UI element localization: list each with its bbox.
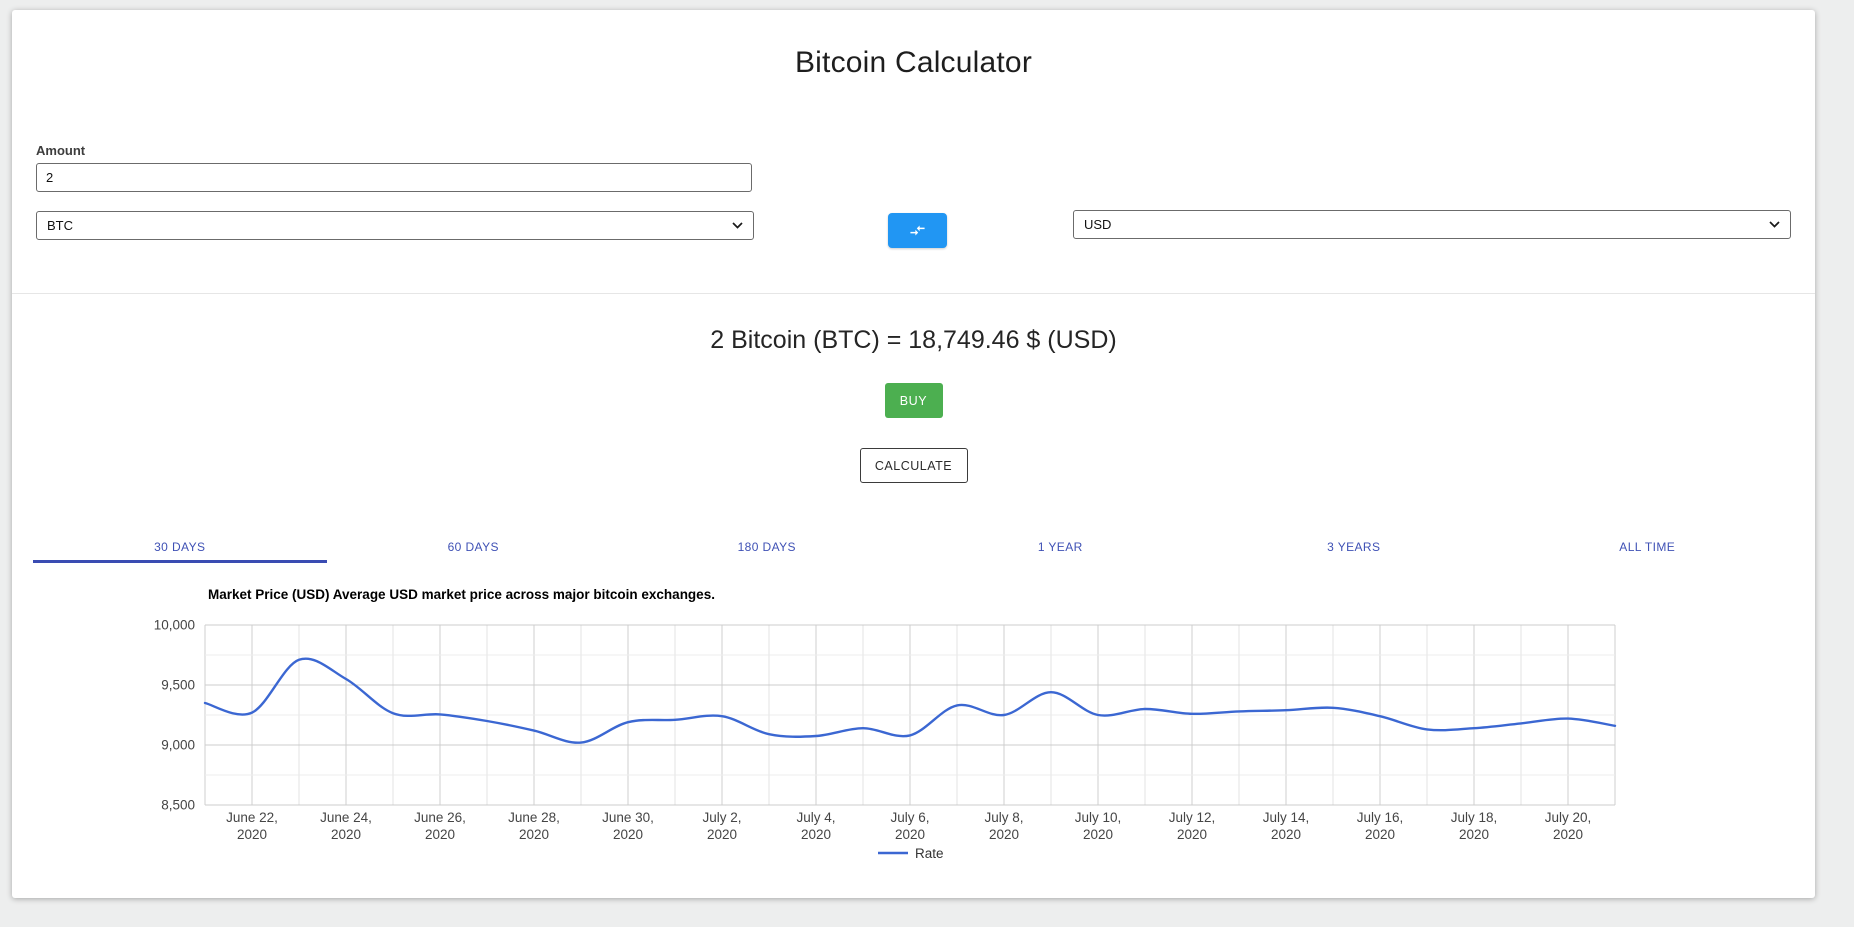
tab-180-days[interactable]: 180 DAYS xyxy=(620,534,914,563)
x-axis-label: July 2, xyxy=(702,810,741,825)
buy-button[interactable]: BUY xyxy=(885,383,943,418)
x-axis-label: 2020 xyxy=(237,827,267,842)
to-currency-select-wrap: USD xyxy=(1073,210,1791,241)
x-axis-label: June 26, xyxy=(414,810,466,825)
x-axis-label: July 4, xyxy=(796,810,835,825)
calculate-button[interactable]: CALCULATE xyxy=(860,448,968,483)
x-axis-label: June 30, xyxy=(602,810,654,825)
conversion-result: 2 Bitcoin (BTC) = 18,749.46 $ (USD) xyxy=(12,326,1815,355)
amount-input[interactable] xyxy=(36,163,752,192)
x-axis-label: June 22, xyxy=(226,810,278,825)
bitcoin-calculator-card: Bitcoin Calculator Amount BTC USD 2 Bitc… xyxy=(12,10,1815,898)
x-axis-label: July 18, xyxy=(1451,810,1498,825)
x-axis-label: July 16, xyxy=(1357,810,1404,825)
tab-label: 3 YEARS xyxy=(1327,540,1380,554)
y-axis-label: 8,500 xyxy=(161,798,195,813)
x-axis-label: July 8, xyxy=(984,810,1023,825)
to-currency-select[interactable]: USD xyxy=(1073,210,1791,239)
tab-60-days[interactable]: 60 DAYS xyxy=(327,534,621,563)
x-axis-label: July 12, xyxy=(1169,810,1216,825)
price-chart: 10,000 9,500 9,000 8,500 June 22, 2020 June 24… xyxy=(12,608,1815,898)
x-axis-label: 2020 xyxy=(1177,827,1207,842)
tab-label: ALL TIME xyxy=(1619,540,1675,554)
price-chart-svg: 10,000 9,500 9,000 8,500 June 22, 2020 June 24… xyxy=(12,608,1815,898)
tab-30-days[interactable]: 30 DAYS xyxy=(33,534,327,563)
x-axis-label: 2020 xyxy=(801,827,831,842)
compare-arrows-icon xyxy=(909,222,926,239)
y-axis-label: 9,000 xyxy=(161,738,195,753)
x-axis-label: July 10, xyxy=(1075,810,1122,825)
x-axis-label: 2020 xyxy=(425,827,455,842)
from-currency-select[interactable]: BTC xyxy=(36,211,754,240)
chart-title: Market Price (USD) Average USD market pr… xyxy=(208,587,715,602)
legend-label: Rate xyxy=(915,846,944,861)
page-title: Bitcoin Calculator xyxy=(12,46,1815,80)
tab-all-time[interactable]: ALL TIME xyxy=(1501,534,1795,563)
x-axis-label: 2020 xyxy=(1365,827,1395,842)
tab-label: 60 DAYS xyxy=(448,540,499,554)
x-axis-label: June 28, xyxy=(508,810,560,825)
y-axis-label: 10,000 xyxy=(154,618,195,633)
chart-legend: Rate xyxy=(878,846,944,861)
x-axis-label: 2020 xyxy=(1553,827,1583,842)
x-axis-label: 2020 xyxy=(707,827,737,842)
x-axis-label: 2020 xyxy=(895,827,925,842)
x-axis-label: 2020 xyxy=(1271,827,1301,842)
time-range-tabs: 30 DAYS 60 DAYS 180 DAYS 1 YEAR 3 YEARS … xyxy=(33,534,1794,563)
tab-3-years[interactable]: 3 YEARS xyxy=(1207,534,1501,563)
amount-label: Amount xyxy=(36,143,85,158)
from-currency-select-wrap: BTC xyxy=(36,211,754,242)
x-axis-label: 2020 xyxy=(1083,827,1113,842)
tab-label: 30 DAYS xyxy=(154,540,205,554)
x-axis-label: June 24, xyxy=(320,810,372,825)
x-axis-label: 2020 xyxy=(519,827,549,842)
y-axis-label: 9,500 xyxy=(161,678,195,693)
tab-label: 180 DAYS xyxy=(738,540,796,554)
x-axis-label: July 6, xyxy=(890,810,929,825)
swap-currencies-button[interactable] xyxy=(888,213,947,248)
tab-1-year[interactable]: 1 YEAR xyxy=(914,534,1208,563)
x-axis-label: 2020 xyxy=(331,827,361,842)
x-axis-label: 2020 xyxy=(613,827,643,842)
x-axis-label: 2020 xyxy=(989,827,1019,842)
x-axis-label: July 20, xyxy=(1545,810,1592,825)
x-axis-label: July 14, xyxy=(1263,810,1310,825)
x-axis-label: 2020 xyxy=(1459,827,1489,842)
section-divider xyxy=(12,293,1815,294)
tab-label: 1 YEAR xyxy=(1038,540,1083,554)
